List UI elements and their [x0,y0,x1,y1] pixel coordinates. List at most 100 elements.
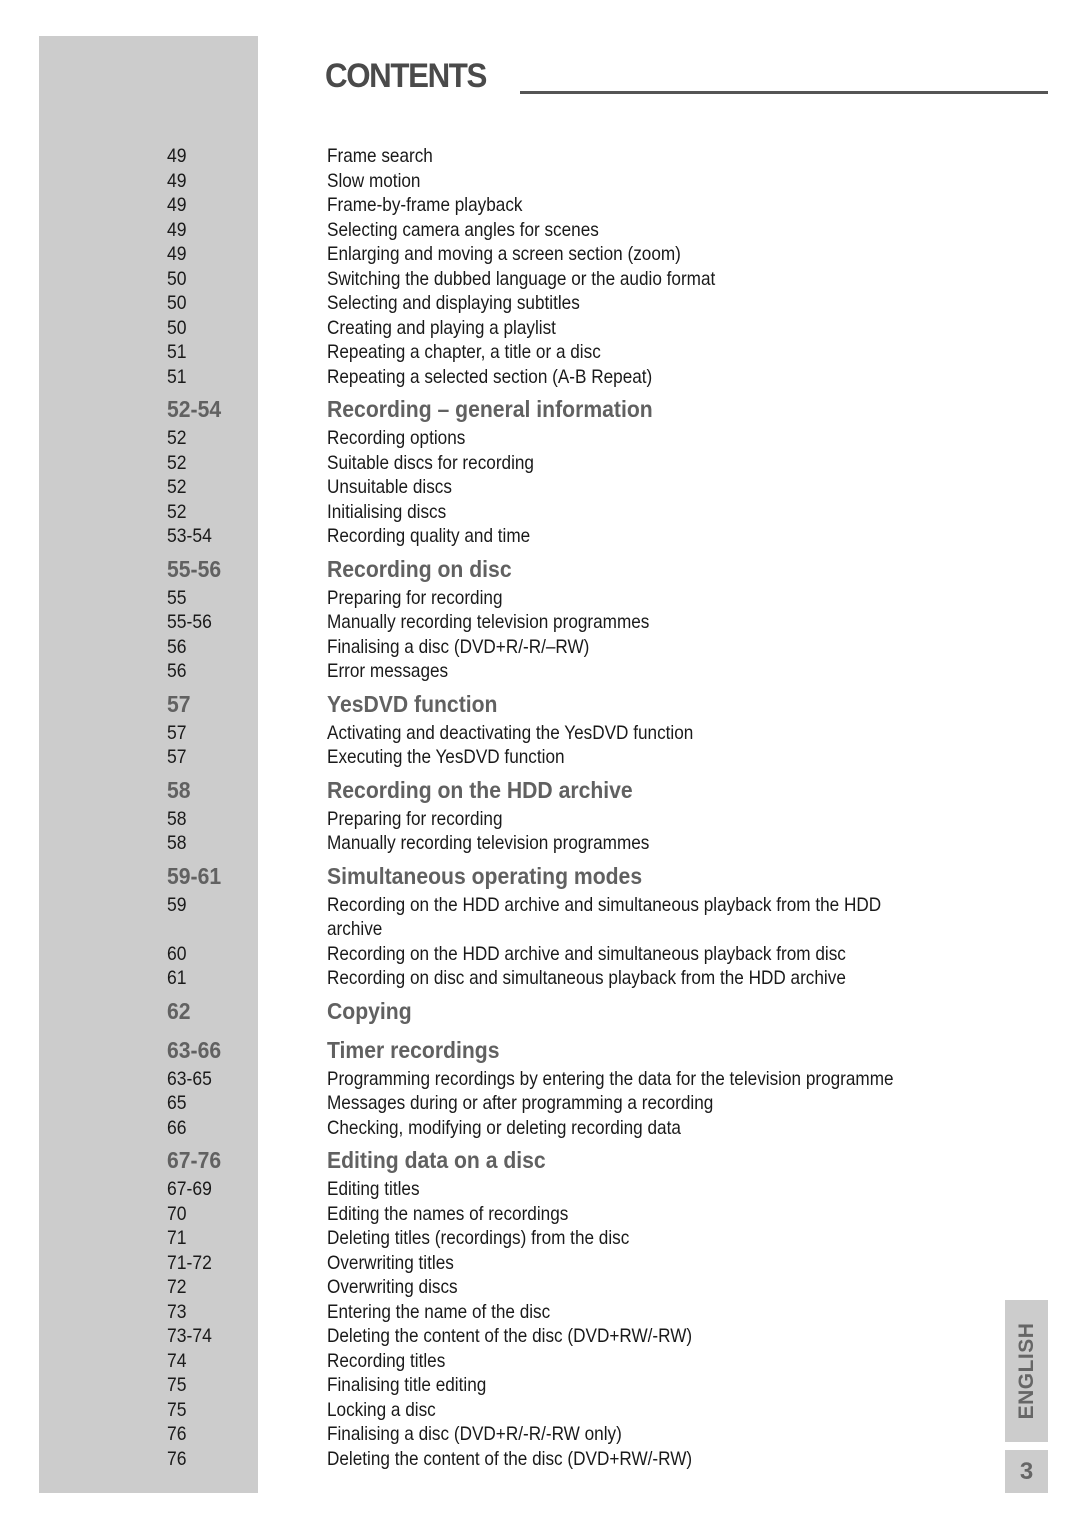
toc-entry[interactable]: 52 Unsuitable discs [0,475,1080,500]
toc-entry-title: Checking, modifying or deleting recordin… [327,1116,681,1139]
toc-entry-title: Recording quality and time [327,525,531,547]
toc-entry[interactable]: 58 Manually recording television programm… [0,831,1080,856]
toc-entry-title: Recording on disc and simultaneous playb… [327,967,846,989]
toc-section-heading[interactable]: 62 Copying [0,991,1080,1030]
toc-entry[interactable]: 55-56 Manually recording television progr… [0,610,1080,635]
toc-page-number: 72 [167,1276,187,1298]
toc-entry[interactable]: 51 Repeating a chapter, a title or a disc [0,340,1080,365]
toc-entry[interactable]: 50 Selecting and displaying subtitles [0,291,1080,316]
toc-entry-title: Unsuitable discs [327,476,452,498]
toc-entry[interactable]: 71-72 Overwriting titles [0,1251,1080,1276]
toc-page-number: 67-76 [167,1147,222,1173]
page-title: CONTENTS [325,57,487,95]
toc-entry[interactable]: 49 Enlarging and moving a screen section … [0,242,1080,267]
toc-page-number: 51 [167,365,187,388]
toc-entry-title: Manually recording television programmes [327,832,650,854]
toc-page-number: 59 [167,893,187,916]
toc-page-number: 67-69 [167,1178,212,1200]
toc-entry[interactable]: 75 Finalising title editing [0,1373,1080,1398]
toc-entry[interactable]: 49 Selecting camera angles for scenes [0,218,1080,243]
toc-entry[interactable]: 58 Preparing for recording [0,807,1080,832]
toc-entry-title: Recording on disc [327,555,512,582]
toc-page-number: 63-65 [167,1067,212,1090]
toc-page-number: 49 [167,194,187,216]
toc-entry-title: Frame search [327,145,433,167]
toc-entry[interactable]: 76 Finalising a disc (DVD+R/-R/-RW only) [0,1422,1080,1447]
toc-entry-title: Selecting and displaying subtitles [327,292,580,314]
toc-page-number: 58 [167,807,187,830]
toc-entry[interactable]: 56 Error messages [0,659,1080,684]
toc-page-number: 49 [167,218,187,241]
toc-entry[interactable]: 52 Recording options [0,426,1080,451]
toc-section-heading[interactable]: 52-54 Recording – general information [0,389,1080,426]
toc-section-heading[interactable]: 55-56 Recording on disc [0,549,1080,586]
toc-page-number: 57 [167,721,187,744]
toc-entry[interactable]: 55 Preparing for recording [0,586,1080,611]
toc-page-number: 52-54 [167,396,222,422]
toc-section-heading[interactable]: 58 Recording on the HDD archive [0,770,1080,807]
toc-page-number: 58 [167,776,191,803]
toc-entry-title: Editing titles [327,1178,420,1200]
toc-entry-title: Finalising a disc (DVD+R/-R/-RW only) [327,1423,622,1445]
toc-entry[interactable]: 60 Recording on the HDD archive and simul… [0,942,1080,967]
language-tab: ENGLISH [1005,1300,1048,1442]
toc-section-heading[interactable]: 67-76 Editing data on a disc [0,1140,1080,1177]
toc-entry-title: Entering the name of the disc [327,1300,551,1323]
toc-entry[interactable]: 59 Recording on the HDD archive and simul… [0,893,1080,942]
toc-entry[interactable]: 76 Deleting the content of the disc (DVD+… [0,1447,1080,1472]
toc-page-number: 61 [167,967,187,989]
toc-entry-title: Recording on the HDD archive and simulta… [327,942,846,965]
toc-page-number: 53-54 [167,525,212,547]
toc-page-number: 52 [167,427,187,449]
toc-page-number: 52 [167,500,187,523]
toc-entry-title: Editing the names of recordings [327,1202,569,1225]
toc-entry[interactable]: 49 Frame-by-frame playback [0,193,1080,218]
toc-entry[interactable]: 50 Switching the dubbed language or the a… [0,267,1080,292]
toc-entry[interactable]: 49 Slow motion [0,169,1080,194]
toc-entry[interactable]: 57 Activating and deactivating the YesDVD… [0,721,1080,746]
toc-entry[interactable]: 51 Repeating a selected section (A-B Repe… [0,365,1080,390]
toc-page-number: 76 [167,1447,187,1470]
toc-entry[interactable]: 53-54 Recording quality and time [0,524,1080,549]
toc-entry[interactable]: 52 Suitable discs for recording [0,451,1080,476]
toc-entry[interactable]: 73 Entering the name of the disc [0,1300,1080,1325]
toc-entry[interactable]: 70 Editing the names of recordings [0,1202,1080,1227]
toc-entry[interactable]: 72 Overwriting discs [0,1275,1080,1300]
page-number: 3 [1019,1457,1034,1485]
toc-page-number: 62 [167,997,191,1024]
toc-entry-title: Manually recording television programmes [327,611,650,633]
toc-section-heading[interactable]: 57 YesDVD function [0,684,1080,721]
toc-entry[interactable]: 65 Messages during or after programming a… [0,1091,1080,1116]
toc-entry-title: Locking a disc [327,1398,436,1421]
toc-entry-title: Suitable discs for recording [327,451,534,474]
toc-entry-title: Activating and deactivating the YesDVD f… [327,721,694,744]
toc-section-heading[interactable]: 63-66 Timer recordings [0,1030,1080,1067]
toc-entry-title: Deleting the content of the disc (DVD+RW… [327,1325,693,1347]
toc-entry[interactable]: 66 Checking, modifying or deleting record… [0,1116,1080,1141]
title-underline [520,91,1048,94]
toc-section-heading[interactable]: 59-61 Simultaneous operating modes [0,856,1080,893]
toc-entry[interactable]: 74 Recording titles [0,1349,1080,1374]
toc-entry[interactable]: 50 Creating and playing a playlist [0,316,1080,341]
toc-entry[interactable]: 49 Frame search [0,144,1080,169]
toc-page-number: 71-72 [167,1251,212,1274]
toc-page-number: 49 [167,145,187,167]
toc-entry[interactable]: 52 Initialising discs [0,500,1080,525]
toc-entry[interactable]: 56 Finalising a disc (DVD+R/-R/–RW) [0,635,1080,660]
toc-page-number: 55 [167,586,187,609]
toc-entry-title: Deleting titles (recordings) from the di… [327,1227,630,1249]
toc-page-number: 75 [167,1398,187,1421]
toc-entry[interactable]: 71 Deleting titles (recordings) from the … [0,1226,1080,1251]
toc-entry-title: Recording on the HDD archive [327,776,633,803]
toc-entry[interactable]: 61 Recording on disc and simultaneous pla… [0,966,1080,991]
toc-entry-title: Recording – general information [327,396,653,422]
toc-entry[interactable]: 57 Executing the YesDVD function [0,745,1080,770]
toc-entry-title: YesDVD function [327,690,498,717]
toc-page-number: 49 [167,243,187,265]
toc-entry[interactable]: 67-69 Editing titles [0,1177,1080,1202]
toc-entry[interactable]: 73-74 Deleting the content of the disc (D… [0,1324,1080,1349]
toc-page-number: 52 [167,476,187,498]
toc-entry[interactable]: 75 Locking a disc [0,1398,1080,1423]
toc-entry-title: Slow motion [327,169,421,192]
toc-entry[interactable]: 63-65 Programming recordings by entering … [0,1067,1080,1092]
